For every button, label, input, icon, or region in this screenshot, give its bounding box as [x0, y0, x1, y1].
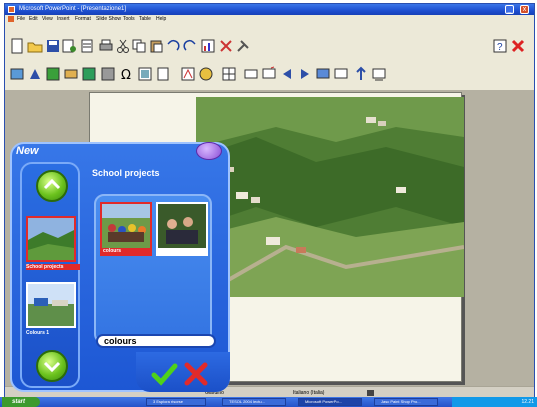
save-icon[interactable] — [45, 38, 61, 54]
category-label-colours[interactable]: Colours 1 — [26, 330, 80, 336]
menu-edit[interactable]: Edit — [29, 16, 38, 23]
spellcheck-icon — [367, 390, 374, 396]
task-powerpoint[interactable]: Microsoft PowerPo... — [298, 398, 362, 406]
svg-text:?: ? — [497, 42, 503, 53]
category-image — [28, 284, 74, 326]
window-title: Microsoft PowerPoint - [Presentazione1] — [19, 6, 127, 12]
picture-grid: colours FABRIT — [94, 194, 212, 344]
chevron-down-icon — [43, 361, 61, 373]
scroll-up-button[interactable] — [36, 170, 68, 202]
dialog-title: New — [16, 145, 39, 157]
menu-insert[interactable]: Insert — [57, 16, 70, 23]
start-button[interactable]: start — [2, 397, 40, 407]
insert-textbox-icon[interactable] — [137, 66, 153, 82]
slide-layout-icon[interactable] — [9, 66, 25, 82]
insert-comment-icon[interactable] — [261, 66, 277, 82]
help-icon[interactable]: ? — [492, 38, 508, 54]
insert-chart-icon[interactable] — [200, 38, 216, 54]
powerpoint-app-icon — [8, 6, 15, 13]
format-painter-icon[interactable] — [218, 38, 234, 54]
arrow-up-icon[interactable] — [353, 66, 369, 82]
cross-icon — [184, 362, 208, 386]
picture-colours[interactable]: colours — [100, 202, 152, 256]
title-bar[interactable]: Microsoft PowerPoint - [Presentazione1] … — [5, 4, 534, 15]
minimize-button[interactable]: _ — [505, 5, 514, 14]
category-column: School projects Colours 1 — [20, 162, 80, 388]
previous-slide-icon[interactable] — [279, 66, 295, 82]
clipart-new-dialog: New School projects Colours 1 School pro… — [10, 142, 230, 394]
omega-symbol-icon[interactable]: Ω — [119, 66, 135, 82]
record-narration-icon[interactable] — [333, 66, 349, 82]
text-direction-icon[interactable] — [27, 66, 43, 82]
svg-text:Ω: Ω — [121, 68, 131, 82]
menu-bar: File Edit View Insert Format Slide Show … — [5, 15, 534, 24]
copy-icon[interactable] — [131, 38, 147, 54]
insert-object-icon[interactable] — [81, 66, 97, 82]
close-red-icon[interactable] — [510, 38, 526, 54]
insert-clipart-icon[interactable] — [198, 66, 214, 82]
menu-format[interactable]: Format — [75, 16, 91, 23]
action-button-icon[interactable] — [243, 66, 259, 82]
email-icon[interactable] — [79, 38, 95, 54]
grid-icon[interactable] — [221, 66, 237, 82]
category-label-school-projects[interactable]: School projects — [26, 264, 80, 270]
drawing-toolbar: Ω — [5, 62, 534, 90]
picture-fabrit[interactable]: FABRIT — [156, 202, 208, 256]
menu-help[interactable]: Help — [156, 16, 166, 23]
permission-icon[interactable] — [61, 38, 77, 54]
insert-diagram-icon[interactable] — [100, 66, 116, 82]
print-icon[interactable] — [98, 38, 114, 54]
category-image — [28, 218, 74, 260]
help-bubble-icon[interactable] — [196, 142, 222, 160]
category-thumb-colours[interactable] — [26, 282, 76, 328]
chevron-up-icon — [43, 178, 61, 190]
system-tray-clock[interactable]: 12.21 — [452, 397, 537, 407]
close-window-button[interactable]: x — [520, 5, 529, 14]
ok-button[interactable] — [150, 360, 178, 388]
check-icon — [151, 363, 178, 386]
print-preview-icon[interactable] — [371, 66, 387, 82]
task-paint-shop-pro[interactable]: Jasc Paint Shop Pro... — [374, 398, 438, 406]
category-thumb-school-projects[interactable] — [26, 216, 76, 262]
menu-slide-show[interactable]: Slide Show — [96, 16, 121, 23]
open-folder-icon[interactable] — [27, 38, 43, 54]
insert-wordart-icon[interactable] — [180, 66, 196, 82]
slide-photo-hillside-village[interactable] — [196, 97, 464, 297]
insert-table-icon[interactable] — [45, 66, 61, 82]
next-slide-icon[interactable] — [297, 66, 313, 82]
picture-image — [102, 204, 150, 248]
tools-icon[interactable] — [235, 38, 251, 54]
picture-label-colours: colours — [102, 248, 150, 254]
task-explorer[interactable]: 3 Esplora risorse — [146, 398, 206, 406]
picture-label-fabrit: FABRIT — [159, 248, 178, 254]
insert-picture-icon[interactable] — [63, 66, 79, 82]
category-title: School projects — [92, 168, 160, 178]
menu-file[interactable]: File — [17, 16, 25, 23]
slide-show-icon[interactable] — [315, 66, 331, 82]
picture-image — [158, 204, 206, 248]
cancel-button[interactable] — [182, 360, 210, 388]
picture-browser: School projects colours FABRIT — [86, 162, 220, 358]
cut-icon[interactable] — [115, 38, 131, 54]
picture-name-field[interactable]: colours — [96, 334, 216, 348]
windows-taskbar: start 3 Esplora risorse TESOL 2004 lectu… — [0, 397, 537, 407]
task-tesol-lecture[interactable]: TESOL 2004 lectu... — [222, 398, 286, 406]
redo-icon[interactable] — [182, 38, 198, 54]
status-language: Italiano (Italia) — [293, 390, 325, 396]
new-slide-icon[interactable] — [155, 66, 171, 82]
menu-view[interactable]: View — [42, 16, 53, 23]
standard-toolbar: ? — [5, 24, 534, 62]
menu-table[interactable]: Table — [139, 16, 151, 23]
menu-tools[interactable]: Tools — [123, 16, 135, 23]
doc-menu-icon[interactable] — [8, 16, 14, 22]
undo-icon[interactable] — [165, 38, 181, 54]
scroll-down-button[interactable] — [36, 350, 68, 382]
screen: Microsoft PowerPoint - [Presentazione1] … — [0, 0, 537, 407]
paste-icon[interactable] — [148, 38, 164, 54]
new-document-icon[interactable] — [9, 38, 25, 54]
